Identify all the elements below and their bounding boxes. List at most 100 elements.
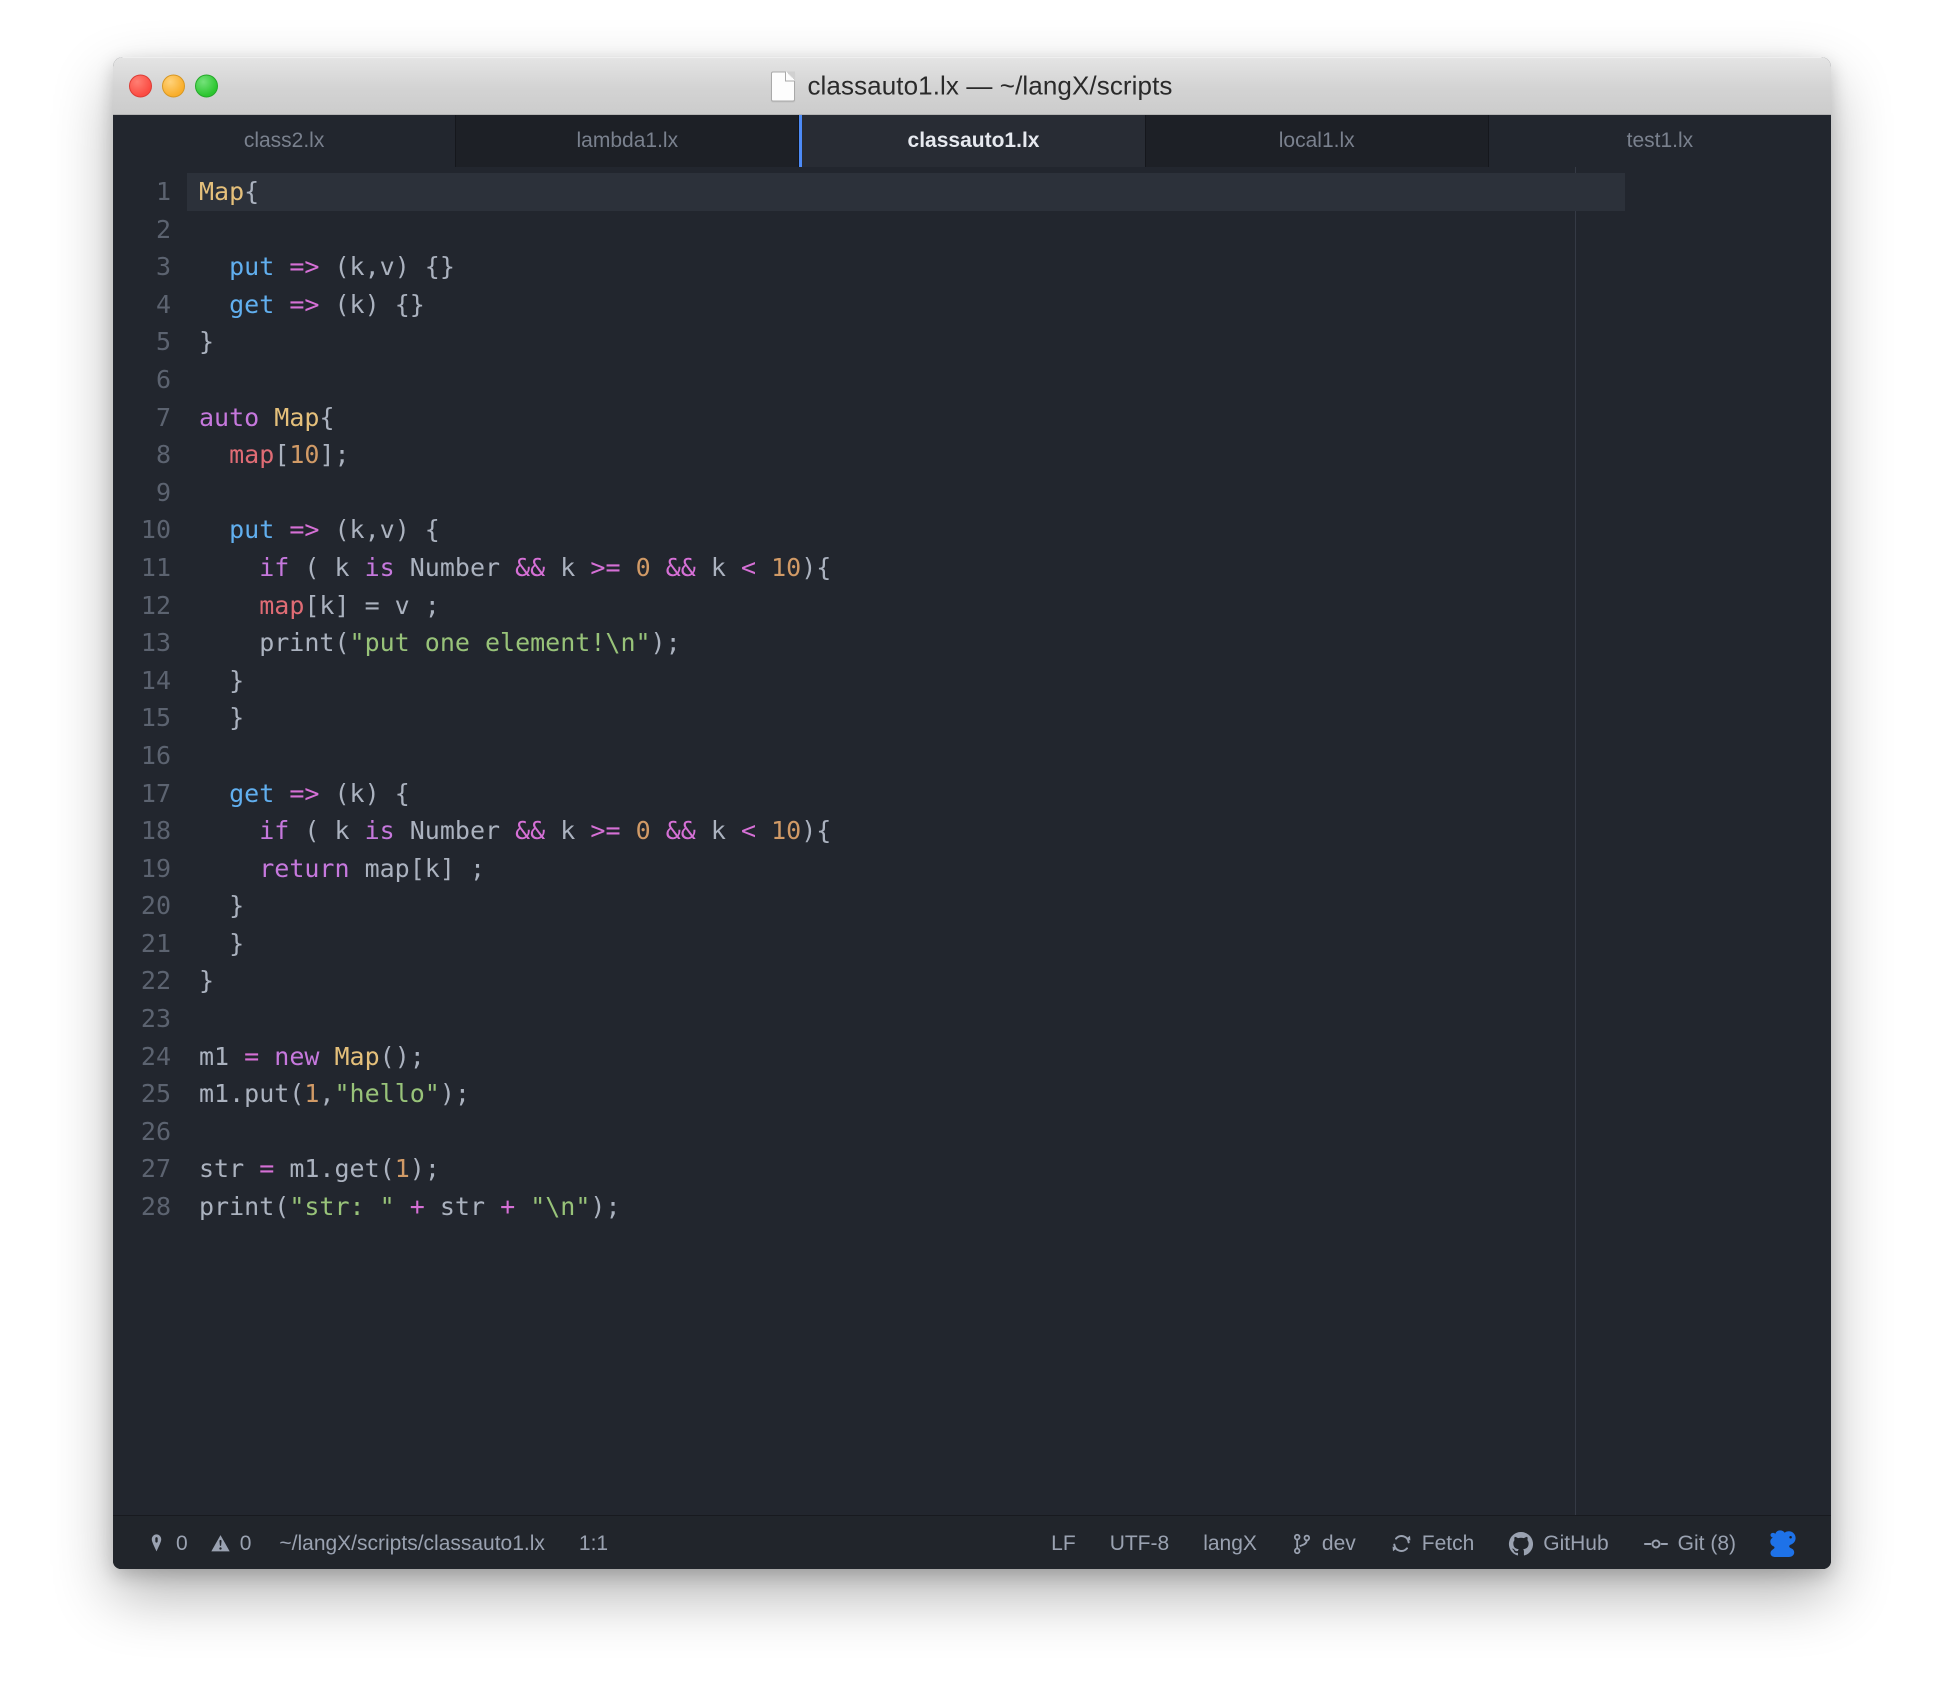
git-changes-button[interactable]: Git (8) [1626, 1532, 1753, 1556]
line-number: 3 [113, 248, 187, 286]
code-line[interactable]: 1Map{ [113, 173, 1831, 211]
cursor-position[interactable]: 1:1 [562, 1532, 625, 1556]
line-ending-selector[interactable]: LF [1034, 1532, 1093, 1556]
code-token: Number [395, 816, 515, 845]
code-text[interactable]: } [187, 887, 244, 925]
code-line[interactable]: 18 if ( k is Number && k >= 0 && k < 10)… [113, 812, 1831, 850]
code-line[interactable]: 24m1 = new Map(); [113, 1038, 1831, 1076]
code-text[interactable]: Map{ [187, 173, 259, 211]
code-line[interactable]: 27str = m1.get(1); [113, 1150, 1831, 1188]
code-line[interactable]: 25m1.put(1,"hello"); [113, 1075, 1831, 1113]
code-text[interactable]: put => (k,v) { [187, 511, 440, 549]
code-line[interactable]: 17 get => (k) { [113, 775, 1831, 813]
code-text[interactable]: m1.put(1,"hello"); [187, 1075, 470, 1113]
grammar-selector[interactable]: langX [1186, 1532, 1274, 1556]
code-token [756, 553, 771, 582]
code-line[interactable]: 28print("str: " + str + "\n"); [113, 1188, 1831, 1226]
code-line[interactable]: 7auto Map{ [113, 399, 1831, 437]
code-line[interactable]: 9 [113, 474, 1831, 512]
code-line[interactable]: 23 [113, 1000, 1831, 1038]
code-token: { [244, 177, 259, 206]
line-number: 21 [113, 925, 187, 963]
warning-icon [210, 1533, 231, 1554]
code-text[interactable]: if ( k is Number && k >= 0 && k < 10){ [187, 549, 831, 587]
code-token: { [319, 403, 334, 432]
code-text[interactable]: } [187, 962, 214, 1000]
code-token: ); [590, 1192, 620, 1221]
code-token [651, 553, 666, 582]
warning-indicator[interactable]: 0 [199, 1532, 263, 1556]
code-text[interactable]: get => (k) {} [187, 286, 425, 324]
code-text[interactable]: print("str: " + str + "\n"); [187, 1188, 621, 1226]
code-line[interactable]: 2 [113, 211, 1831, 249]
code-line[interactable]: 6 [113, 361, 1831, 399]
code-token: m1.get( [274, 1154, 394, 1183]
code-token: str [425, 1192, 500, 1221]
code-token: get [229, 779, 274, 808]
squirrel-button[interactable] [1753, 1529, 1809, 1559]
tab-lambda1[interactable]: lambda1.lx [456, 115, 799, 167]
code-line[interactable]: 21 } [113, 925, 1831, 963]
code-token [199, 515, 229, 544]
code-text[interactable]: m1 = new Map(); [187, 1038, 425, 1076]
git-fetch-button[interactable]: Fetch [1373, 1532, 1492, 1556]
git-branch-icon [1291, 1533, 1313, 1555]
code-line[interactable]: 10 put => (k,v) { [113, 511, 1831, 549]
tab-label: class2.lx [244, 129, 325, 153]
code-line[interactable]: 5} [113, 323, 1831, 361]
code-text[interactable]: map[k] = v ; [187, 587, 440, 625]
code-text[interactable]: str = m1.get(1); [187, 1150, 440, 1188]
code-token [199, 252, 229, 281]
github-button[interactable]: GitHub [1491, 1531, 1625, 1557]
code-token: && [515, 816, 545, 845]
code-line[interactable]: 16 [113, 737, 1831, 775]
code-lines[interactable]: 1Map{23 put => (k,v) {}4 get => (k) {}5}… [113, 167, 1831, 1226]
zoom-button[interactable] [195, 75, 218, 98]
close-button[interactable] [129, 75, 152, 98]
code-token: put [229, 252, 274, 281]
code-text[interactable]: print("put one element!\n"); [187, 624, 681, 662]
code-token: 0 [636, 816, 651, 845]
code-line[interactable]: 3 put => (k,v) {} [113, 248, 1831, 286]
tab-local1[interactable]: local1.lx [1146, 115, 1489, 167]
file-path[interactable]: ~/langX/scripts/classauto1.lx [262, 1532, 562, 1556]
code-text[interactable]: } [187, 662, 244, 700]
refresh-icon [1390, 1532, 1413, 1555]
code-line[interactable]: 4 get => (k) {} [113, 286, 1831, 324]
code-line[interactable]: 14 } [113, 662, 1831, 700]
tab-classauto1[interactable]: classauto1.lx [799, 115, 1145, 167]
code-line[interactable]: 20 } [113, 887, 1831, 925]
tab-label: lambda1.lx [577, 129, 679, 153]
code-token: k [696, 816, 741, 845]
code-text[interactable]: put => (k,v) {} [187, 248, 455, 286]
code-line[interactable]: 12 map[k] = v ; [113, 587, 1831, 625]
code-line[interactable]: 11 if ( k is Number && k >= 0 && k < 10)… [113, 549, 1831, 587]
minimize-button[interactable] [162, 75, 185, 98]
window-title: classauto1.lx — ~/langX/scripts [807, 71, 1172, 102]
code-text[interactable]: } [187, 323, 214, 361]
code-token: 1 [395, 1154, 410, 1183]
encoding-selector[interactable]: UTF-8 [1093, 1532, 1187, 1556]
code-line[interactable]: 22} [113, 962, 1831, 1000]
line-number: 18 [113, 812, 187, 850]
code-line[interactable]: 26 [113, 1113, 1831, 1151]
code-text[interactable]: return map[k] ; [187, 850, 485, 888]
code-text[interactable]: if ( k is Number && k >= 0 && k < 10){ [187, 812, 831, 850]
code-editor[interactable]: 1Map{23 put => (k,v) {}4 get => (k) {}5}… [113, 167, 1831, 1515]
tab-class2[interactable]: class2.lx [113, 115, 456, 167]
error-indicator[interactable]: 0 [135, 1532, 199, 1556]
code-line[interactable]: 13 print("put one element!\n"); [113, 624, 1831, 662]
code-text[interactable]: auto Map{ [187, 399, 335, 437]
code-text[interactable]: map[10]; [187, 436, 350, 474]
tab-test1[interactable]: test1.lx [1489, 115, 1831, 167]
code-line[interactable]: 8 map[10]; [113, 436, 1831, 474]
code-token: ); [651, 628, 681, 657]
code-token [199, 854, 259, 883]
code-line[interactable]: 19 return map[k] ; [113, 850, 1831, 888]
code-text[interactable]: get => (k) { [187, 775, 410, 813]
code-text[interactable]: } [187, 925, 244, 963]
code-token: "hello" [334, 1079, 439, 1108]
code-text[interactable]: } [187, 699, 244, 737]
git-branch[interactable]: dev [1274, 1532, 1373, 1556]
code-line[interactable]: 15 } [113, 699, 1831, 737]
